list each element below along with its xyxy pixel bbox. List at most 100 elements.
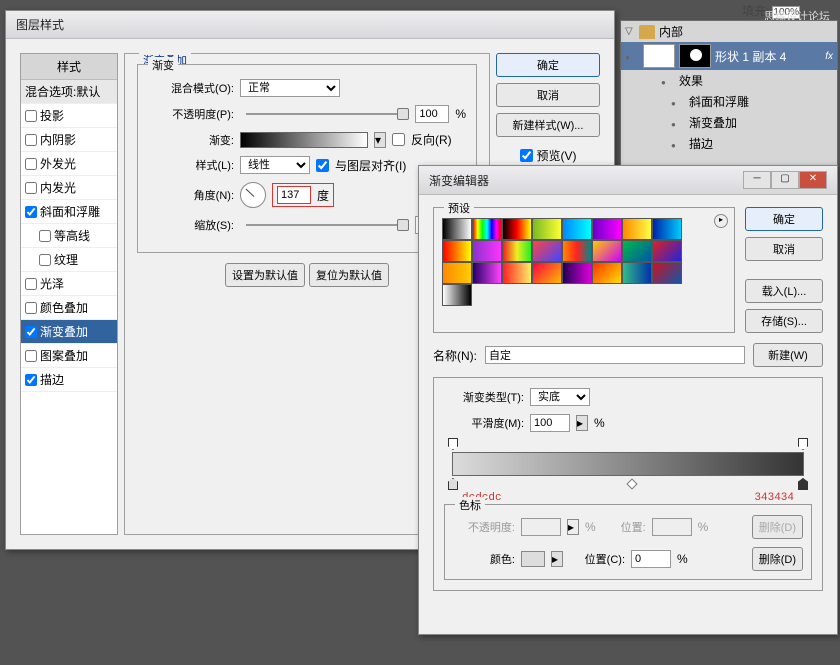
preset-swatch[interactable] — [472, 240, 502, 262]
style-checkbox[interactable] — [25, 182, 37, 194]
eye-icon[interactable] — [671, 116, 685, 130]
style-list-item[interactable]: 内发光 — [21, 176, 117, 200]
preset-swatch[interactable] — [622, 262, 652, 284]
preset-swatch[interactable] — [502, 262, 532, 284]
smoothness-input[interactable] — [530, 414, 570, 432]
preset-menu-button[interactable]: ▸ — [714, 214, 728, 228]
preset-swatch[interactable] — [502, 240, 532, 262]
preset-swatch[interactable] — [652, 262, 682, 284]
preset-swatch[interactable] — [472, 218, 502, 240]
style-list-item[interactable]: 纹理 — [21, 248, 117, 272]
angle-dial[interactable] — [240, 182, 266, 208]
reset-default-button[interactable]: 复位为默认值 — [309, 263, 389, 287]
dialog-titlebar[interactable]: 图层样式 — [6, 11, 614, 39]
opacity-stop-right[interactable] — [798, 438, 808, 450]
angle-input[interactable] — [277, 186, 311, 204]
preset-swatch[interactable] — [442, 284, 472, 306]
style-checkbox[interactable] — [25, 350, 37, 362]
preset-swatch[interactable] — [622, 240, 652, 262]
smoothness-dropdown[interactable]: ▸ — [576, 415, 588, 431]
style-list-item[interactable]: 颜色叠加 — [21, 296, 117, 320]
style-checkbox[interactable] — [25, 302, 37, 314]
style-list-item[interactable]: 等高线 — [21, 224, 117, 248]
preset-swatch[interactable] — [442, 262, 472, 284]
cancel-button[interactable]: 取消 — [745, 237, 823, 261]
preset-swatch[interactable] — [532, 262, 562, 284]
style-list-item[interactable]: 光泽 — [21, 272, 117, 296]
opacity-stop-left[interactable] — [448, 438, 458, 450]
preset-swatch[interactable] — [652, 240, 682, 262]
preset-swatch[interactable] — [592, 218, 622, 240]
fx-badge[interactable]: fx — [825, 51, 833, 62]
eye-icon[interactable] — [625, 49, 639, 63]
preset-swatch[interactable] — [592, 262, 622, 284]
ok-button[interactable]: 确定 — [496, 53, 600, 77]
load-button[interactable]: 载入(L)... — [745, 279, 823, 303]
preview-checkbox[interactable] — [520, 149, 533, 162]
style-checkbox[interactable] — [25, 278, 37, 290]
style-checkbox[interactable] — [25, 206, 37, 218]
style-list-item[interactable]: 斜面和浮雕 — [21, 200, 117, 224]
color-position-input[interactable] — [631, 550, 671, 568]
layer-folder-row[interactable]: ▽ 内部 — [621, 21, 837, 42]
style-checkbox[interactable] — [39, 254, 51, 266]
dialog-titlebar[interactable]: 渐变编辑器 ─ ▢ ✕ — [419, 166, 837, 195]
new-button[interactable]: 新建(W) — [753, 343, 823, 367]
eye-icon[interactable] — [661, 74, 675, 88]
minimize-button[interactable]: ─ — [743, 171, 771, 189]
style-checkbox[interactable] — [25, 158, 37, 170]
name-input[interactable] — [485, 346, 745, 364]
preset-swatch[interactable] — [562, 218, 592, 240]
style-list-item[interactable]: 投影 — [21, 104, 117, 128]
gradient-type-select[interactable]: 实底 — [530, 388, 590, 406]
color-dropdown[interactable]: ▸ — [551, 551, 563, 567]
style-list-item[interactable]: 渐变叠加 — [21, 320, 117, 344]
opacity-slider[interactable] — [246, 113, 403, 115]
preset-swatch[interactable] — [652, 218, 682, 240]
style-list-item[interactable]: 描边 — [21, 368, 117, 392]
layer-row-selected[interactable]: 形状 1 副本 4 fx — [621, 42, 837, 70]
preset-swatch[interactable] — [592, 240, 622, 262]
preset-swatch[interactable] — [442, 218, 472, 240]
blend-options-item[interactable]: 混合选项:默认 — [21, 80, 117, 104]
preset-swatch[interactable] — [622, 218, 652, 240]
style-checkbox[interactable] — [25, 134, 37, 146]
style-list-item[interactable]: 图案叠加 — [21, 344, 117, 368]
layer-fx-item[interactable]: 渐变叠加 — [621, 112, 837, 133]
gradient-preview[interactable] — [240, 132, 368, 148]
reverse-checkbox[interactable] — [392, 133, 405, 146]
style-checkbox[interactable] — [39, 230, 51, 242]
gradient-dropdown-button[interactable]: ▾ — [374, 132, 386, 148]
close-button[interactable]: ✕ — [799, 171, 827, 189]
eye-icon[interactable] — [671, 137, 685, 151]
style-checkbox[interactable] — [25, 110, 37, 122]
new-style-button[interactable]: 新建样式(W)... — [496, 113, 600, 137]
style-list-item[interactable]: 外发光 — [21, 152, 117, 176]
cancel-button[interactable]: 取消 — [496, 83, 600, 107]
style-checkbox[interactable] — [25, 374, 37, 386]
preset-swatch[interactable] — [472, 262, 502, 284]
layer-fx-item[interactable]: 描边 — [621, 133, 837, 154]
ok-button[interactable]: 确定 — [745, 207, 823, 231]
color-stop-left[interactable] — [448, 478, 458, 490]
color-stop-right[interactable] — [798, 478, 808, 490]
blend-mode-select[interactable]: 正常 — [240, 79, 340, 97]
preset-swatch[interactable] — [532, 218, 562, 240]
delete-color-button[interactable]: 删除(D) — [752, 547, 803, 571]
eye-icon[interactable] — [671, 95, 685, 109]
preset-swatch[interactable] — [442, 240, 472, 262]
style-select[interactable]: 线性 — [240, 156, 310, 174]
color-swatch[interactable] — [521, 551, 545, 567]
set-default-button[interactable]: 设置为默认值 — [225, 263, 305, 287]
opacity-input[interactable] — [415, 105, 449, 123]
align-checkbox[interactable] — [316, 159, 329, 172]
style-checkbox[interactable] — [25, 326, 37, 338]
maximize-button[interactable]: ▢ — [771, 171, 799, 189]
midpoint-marker[interactable] — [626, 478, 637, 489]
preset-swatch[interactable] — [532, 240, 562, 262]
scale-slider[interactable] — [246, 224, 403, 226]
gradient-bar-editor[interactable]: dcdcdc 343434 — [452, 452, 804, 476]
preset-swatch[interactable] — [562, 240, 592, 262]
preset-swatch[interactable] — [502, 218, 532, 240]
layer-fx-row[interactable]: 效果 — [621, 70, 837, 91]
